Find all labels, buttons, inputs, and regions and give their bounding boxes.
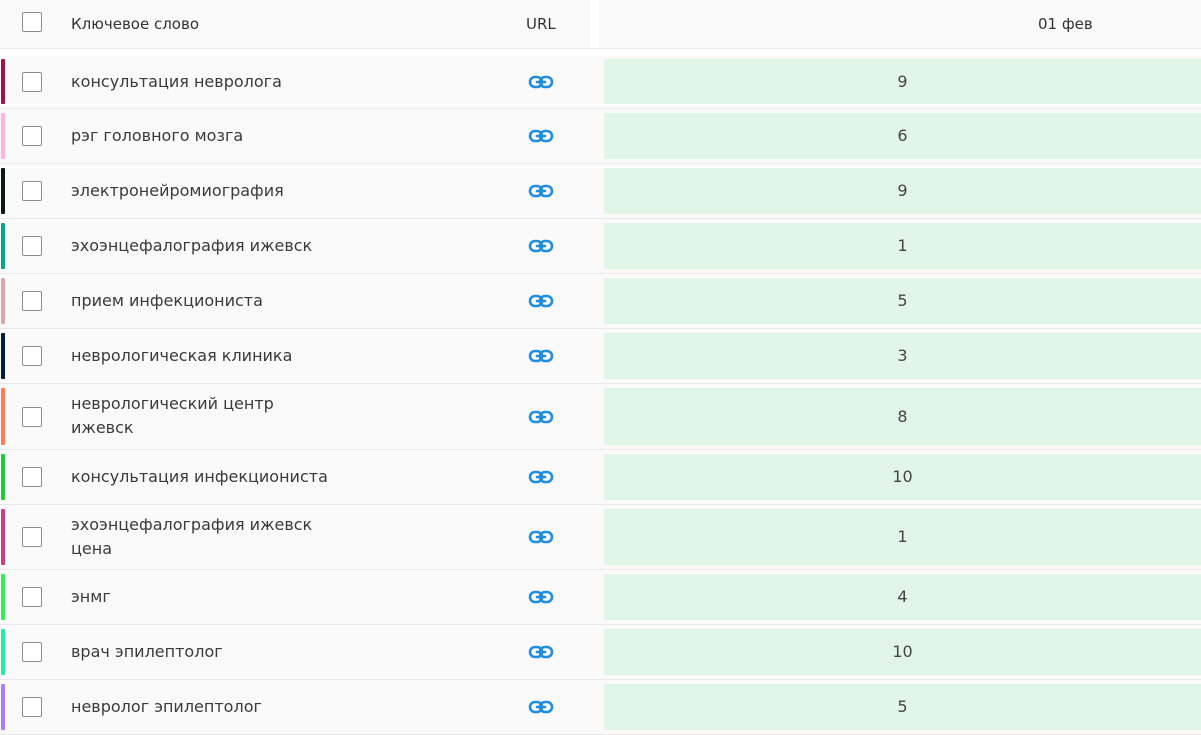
row-checkbox[interactable] (22, 181, 42, 201)
keyword-text: неврологический центр ижевск (71, 394, 274, 437)
keyword-text: невролог эпилептолог (71, 697, 262, 716)
keyword-text: прием инфекциониста (71, 291, 263, 310)
row-checkbox[interactable] (22, 291, 42, 311)
table-body: консультация невролога 9 рэг головного моз… (0, 55, 1201, 735)
column-divider (591, 0, 599, 48)
row-checkbox[interactable] (22, 527, 42, 547)
row-checkbox[interactable] (22, 72, 42, 92)
position-cell: 5 (604, 684, 1201, 730)
table-row[interactable]: консультация инфекциониста 10 (0, 450, 1201, 505)
keyword-text: неврологическая клиника (71, 346, 293, 365)
link-icon[interactable] (528, 293, 554, 309)
row-color-marker (1, 629, 5, 675)
table-row[interactable]: неврологический центр ижевск 8 (0, 384, 1201, 450)
table-row[interactable]: эхоэнцефалография ижевск 1 (0, 219, 1201, 274)
position-cell: 10 (604, 454, 1201, 500)
keyword-text: врач эпилептолог (71, 642, 223, 661)
keyword-text: рэг головного мозга (71, 126, 244, 145)
row-color-marker (1, 59, 5, 104)
table-row[interactable]: врач эпилептолог 10 (0, 625, 1201, 680)
keyword-column-header[interactable]: Ключевое слово (71, 14, 199, 34)
position-cell: 1 (604, 509, 1201, 565)
date-column-header[interactable]: 01 фев (1038, 14, 1093, 34)
keywords-table: Ключевое слово URL 01 фев консультация н… (0, 0, 1201, 735)
keyword-text: энмг (71, 587, 111, 606)
link-icon[interactable] (528, 183, 554, 199)
table-row[interactable]: консультация невролога 9 (0, 55, 1201, 109)
keyword-text: эхоэнцефалография ижевск (71, 236, 313, 255)
select-all-checkbox[interactable] (22, 12, 42, 32)
table-header: Ключевое слово URL 01 фев (0, 0, 1201, 49)
keyword-text: эхоэнцефалография ижевск цена (71, 515, 313, 558)
row-color-marker (1, 278, 5, 324)
link-icon[interactable] (528, 74, 554, 90)
row-checkbox[interactable] (22, 346, 42, 366)
row-checkbox[interactable] (22, 587, 42, 607)
table-row[interactable]: неврологическая клиника 3 (0, 329, 1201, 384)
row-checkbox[interactable] (22, 407, 42, 427)
row-color-marker (1, 574, 5, 620)
keyword-text: консультация невролога (71, 72, 282, 91)
position-cell: 8 (604, 388, 1201, 445)
position-cell: 10 (604, 629, 1201, 675)
link-icon[interactable] (528, 128, 554, 144)
position-cell: 9 (604, 168, 1201, 214)
table-row[interactable]: прием инфекциониста 5 (0, 274, 1201, 329)
link-icon[interactable] (528, 348, 554, 364)
row-color-marker (1, 333, 5, 379)
position-cell: 9 (604, 59, 1201, 104)
position-cell: 6 (604, 113, 1201, 159)
row-checkbox[interactable] (22, 467, 42, 487)
link-icon[interactable] (528, 644, 554, 660)
position-cell: 3 (604, 333, 1201, 379)
row-color-marker (1, 684, 5, 730)
link-icon[interactable] (528, 699, 554, 715)
link-icon[interactable] (528, 469, 554, 485)
row-checkbox[interactable] (22, 126, 42, 146)
row-checkbox[interactable] (22, 642, 42, 662)
row-color-marker (1, 223, 5, 269)
link-icon[interactable] (528, 409, 554, 425)
row-checkbox[interactable] (22, 236, 42, 256)
table-row[interactable]: эхоэнцефалография ижевск цена 1 (0, 505, 1201, 570)
position-cell: 1 (604, 223, 1201, 269)
table-row[interactable]: невролог эпилептолог 5 (0, 680, 1201, 735)
keyword-text: электронейромиография (71, 181, 284, 200)
row-color-marker (1, 168, 5, 214)
table-row[interactable]: электронейромиография 9 (0, 164, 1201, 219)
keyword-text: консультация инфекциониста (71, 467, 328, 486)
position-cell: 4 (604, 574, 1201, 620)
table-row[interactable]: рэг головного мозга 6 (0, 109, 1201, 164)
row-checkbox[interactable] (22, 697, 42, 717)
row-color-marker (1, 388, 5, 445)
link-icon[interactable] (528, 529, 554, 545)
table-row[interactable]: энмг 4 (0, 570, 1201, 625)
row-color-marker (1, 113, 5, 159)
position-cell: 5 (604, 278, 1201, 324)
row-color-marker (1, 509, 5, 565)
link-icon[interactable] (528, 589, 554, 605)
link-icon[interactable] (528, 238, 554, 254)
url-column-header[interactable]: URL (526, 14, 556, 34)
row-color-marker (1, 454, 5, 500)
